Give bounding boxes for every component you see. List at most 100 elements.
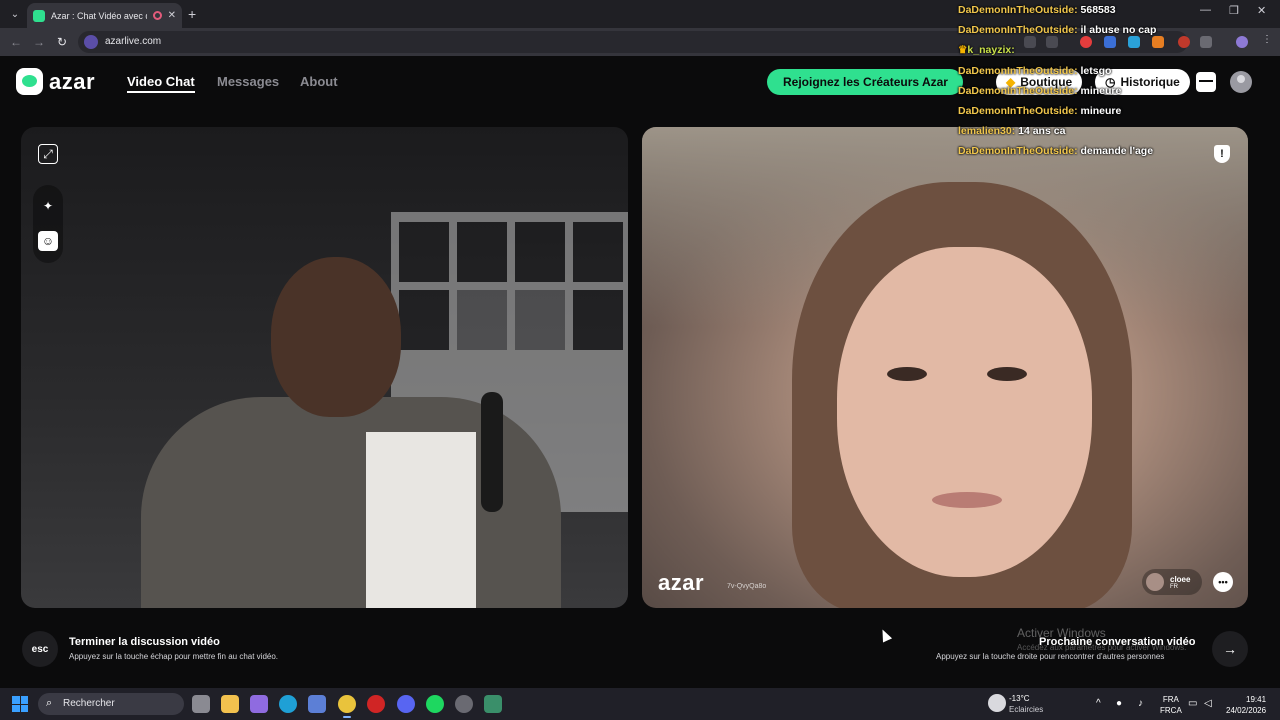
- chevron-up-icon[interactable]: ^: [1096, 698, 1101, 709]
- crown-icon: ♛: [958, 44, 968, 57]
- chat-message: DaDemonInTheOutside: demande l'age: [958, 145, 1258, 165]
- stream-chat-overlay: DaDemonInTheOutside: 568583 DaDemonInThe…: [958, 4, 1258, 166]
- logo-text: azar: [49, 68, 96, 94]
- chat-text: demande l'age: [1080, 145, 1154, 158]
- tray-app-icon[interactable]: ●: [1116, 698, 1122, 709]
- weather-temp: -13°C: [1009, 694, 1030, 703]
- azar-favicon-icon: [33, 9, 45, 22]
- store-icon[interactable]: [308, 695, 326, 713]
- clock-time: 19:41: [1246, 695, 1267, 704]
- partner-name: cloee: [1170, 574, 1191, 584]
- chat-username: k_nayzix:: [967, 44, 1015, 57]
- windows-taskbar: ⌕ Rechercher -13°C Eclaircies ^ ● ♪ FRA …: [0, 688, 1280, 720]
- next-chat-title: Prochaine conversation vidéo: [1039, 636, 1196, 648]
- remote-video: ! azar 7v-QvyQa8o cloee FR •••: [642, 127, 1248, 608]
- terminal-icon[interactable]: [484, 695, 502, 713]
- chat-username: DaDemonInTheOutside:: [958, 104, 1078, 117]
- local-person: [101, 257, 561, 608]
- end-chat-title: Terminer la discussion vidéo: [69, 636, 220, 648]
- end-chat-button[interactable]: esc: [22, 631, 58, 667]
- chat-username: DaDemonInTheOutside:: [958, 145, 1078, 158]
- mouse-cursor: [877, 627, 893, 643]
- join-creators-label: Rejoignez les Créateurs Azar: [783, 75, 948, 89]
- chat-text: mineure: [1080, 84, 1122, 97]
- task-view-icon[interactable]: [192, 695, 210, 713]
- browser-tab[interactable]: Azar : Chat Vidéo avec de n ✕: [27, 3, 182, 28]
- partner-profile[interactable]: cloee FR: [1142, 569, 1202, 595]
- nav-video-chat[interactable]: Video Chat: [127, 74, 195, 93]
- esc-key-label: esc: [31, 643, 49, 655]
- edge-icon[interactable]: [279, 695, 297, 713]
- chat-message: DaDemonInTheOutside: mineure: [958, 85, 1258, 105]
- chat-username: lemalien30:: [958, 125, 1016, 138]
- chat-message: lemalien30: 14 ans ca: [958, 125, 1258, 145]
- microphone-icon[interactable]: ♪: [1138, 698, 1143, 709]
- back-icon[interactable]: ←: [10, 35, 22, 49]
- azar-logo-icon: [16, 68, 43, 95]
- tab-title: Azar : Chat Vidéo avec de n: [51, 10, 147, 21]
- forward-icon[interactable]: →: [33, 35, 45, 49]
- chat-username: DaDemonInTheOutside:: [958, 4, 1078, 16]
- chat-message: DaDemonInTheOutside: mineure: [958, 105, 1258, 125]
- weather-icon: [988, 694, 1006, 712]
- nav-messages[interactable]: Messages: [217, 74, 279, 89]
- chat-text: letsgo: [1080, 64, 1112, 77]
- partner-avatar: [1146, 573, 1164, 591]
- remote-person-face: [837, 247, 1092, 577]
- next-chat-hint: Appuyez sur la touche droite pour rencon…: [936, 652, 1165, 661]
- chat-username: DaDemonInTheOutside:: [958, 24, 1078, 37]
- join-creators-button[interactable]: Rejoignez les Créateurs Azar: [767, 69, 963, 95]
- next-chat-button[interactable]: →: [1212, 631, 1248, 667]
- chat-username: DaDemonInTheOutside:: [958, 84, 1078, 97]
- chat-username: DaDemonInTheOutside:: [958, 64, 1078, 77]
- chat-message: DaDemonInTheOutside: letsgo: [958, 65, 1258, 85]
- volume-icon[interactable]: ◁: [1204, 698, 1212, 709]
- file-explorer-icon[interactable]: [221, 695, 239, 713]
- close-window-icon[interactable]: ✕: [1257, 4, 1266, 17]
- chat-text: 568583: [1080, 4, 1116, 16]
- spotify-icon[interactable]: [426, 695, 444, 713]
- search-placeholder: Rechercher: [63, 698, 115, 709]
- opera-icon[interactable]: [367, 695, 385, 713]
- azar-logo[interactable]: azar: [16, 68, 95, 95]
- copilot-icon[interactable]: [250, 695, 268, 713]
- chat-message: DaDemonInTheOutside: il abuse no cap: [958, 24, 1258, 44]
- weather-desc: Eclaircies: [1009, 705, 1044, 714]
- end-chat-hint: Appuyez sur la touche échap pour mettre …: [69, 652, 279, 661]
- discord-icon[interactable]: [397, 695, 415, 713]
- url-text: azarlive.com: [105, 36, 162, 47]
- arrow-right-icon: →: [1223, 641, 1237, 657]
- face-filter-icon[interactable]: ☺: [38, 231, 58, 251]
- search-icon: ⌕: [46, 697, 53, 709]
- windows-start-icon[interactable]: [12, 696, 28, 712]
- partner-country: FR: [1170, 583, 1178, 590]
- network-icon[interactable]: ▭: [1188, 698, 1197, 709]
- local-video: ⤢ ✦ ☺: [21, 127, 628, 608]
- lang-primary: FRA: [1162, 695, 1179, 704]
- expand-icon[interactable]: ⤢: [38, 144, 58, 164]
- chat-text: il abuse no cap: [1080, 24, 1157, 37]
- tab-list-icon[interactable]: ⌄: [6, 5, 24, 23]
- site-info-icon[interactable]: [84, 35, 98, 49]
- taskbar-search[interactable]: ⌕ Rechercher: [38, 693, 184, 715]
- browser-menu-icon[interactable]: ⋮: [1262, 34, 1274, 46]
- chat-message: ♛k_nayzix:: [958, 44, 1258, 64]
- clock[interactable]: 19:41 24/02/2026: [1226, 694, 1266, 716]
- session-code: 7v-QvyQa8o: [727, 583, 767, 590]
- close-tab-icon[interactable]: ✕: [168, 10, 176, 21]
- azar-watermark: azar: [658, 570, 705, 595]
- clock-date: 24/02/2026: [1226, 706, 1267, 715]
- lang-secondary: FRCA: [1160, 706, 1182, 715]
- recording-icon: [152, 11, 162, 20]
- app-icon[interactable]: [455, 695, 473, 713]
- chat-message: DaDemonInTheOutside: 568583: [958, 4, 1258, 24]
- message-bubble-icon[interactable]: •••: [1213, 572, 1233, 592]
- chat-text: 14 ans ca: [1018, 125, 1066, 138]
- chrome-icon[interactable]: [338, 695, 356, 718]
- chat-text: mineure: [1080, 104, 1122, 117]
- magic-wand-icon[interactable]: ✦: [38, 196, 58, 216]
- new-tab-icon[interactable]: +: [188, 6, 196, 22]
- language-indicator[interactable]: FRA FRCA: [1160, 694, 1182, 716]
- nav-about[interactable]: About: [300, 74, 338, 89]
- reload-icon[interactable]: ↻: [57, 35, 67, 49]
